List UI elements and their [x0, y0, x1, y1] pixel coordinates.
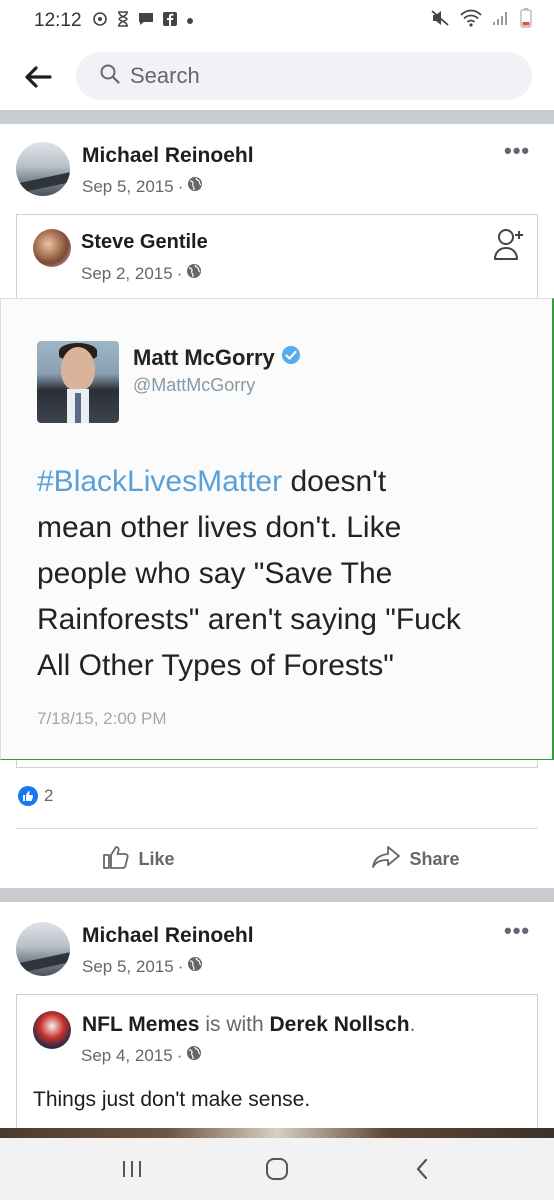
divider — [16, 828, 538, 829]
home-icon[interactable] — [247, 1144, 307, 1194]
shared-author[interactable]: Steve Gentile — [81, 231, 208, 254]
meta-separator: · — [177, 956, 184, 976]
dot-icon — [186, 12, 194, 30]
meta-separator: · — [176, 1045, 183, 1065]
post-author[interactable]: Michael Reinoehl — [82, 144, 254, 168]
with-text: is with — [199, 1013, 270, 1036]
wifi-icon — [460, 9, 482, 33]
post-actions: Like Share — [0, 832, 554, 886]
reaction-count: 2 — [44, 786, 54, 805]
thumbs-up-icon — [102, 844, 130, 875]
section-divider — [0, 110, 554, 124]
data-saver-icon — [92, 11, 108, 32]
like-badge-icon — [18, 786, 38, 806]
status-time: 12:12 — [34, 10, 82, 31]
avatar[interactable] — [33, 1011, 71, 1049]
post-meta: Sep 5, 2015 · — [82, 956, 203, 977]
section-divider — [0, 888, 554, 902]
tweet-avatar — [37, 341, 119, 423]
tweet-name-text: Matt McGorry — [133, 345, 275, 370]
top-search-bar — [0, 46, 554, 108]
globe-icon — [187, 176, 203, 197]
tweet-line-3: people who say "Save The — [37, 557, 393, 590]
tweet-line-2: mean other lives don't. Like — [37, 511, 402, 544]
shared-post-footer — [16, 760, 538, 768]
hourglass-icon — [116, 10, 130, 32]
search-box[interactable] — [76, 52, 532, 100]
meta-separator: · — [177, 176, 184, 196]
shared-post-header: Steve Gentile Sep 2, 2015 · — [16, 214, 538, 300]
search-icon — [100, 64, 120, 89]
tweet-hashtag: #BlackLivesMatter — [37, 465, 283, 498]
share-arrow-icon — [371, 845, 401, 874]
system-nav-bar — [0, 1138, 554, 1200]
tweet-image[interactable]: Matt McGorry @MattMcGorry #BlackLivesMat… — [0, 298, 554, 760]
shared-meta: Sep 2, 2015 · — [81, 263, 202, 284]
post-author[interactable]: Michael Reinoehl — [82, 924, 254, 948]
shared-date[interactable]: Sep 2, 2015 — [81, 264, 173, 284]
post-meta: Sep 5, 2015 · — [82, 176, 203, 197]
like-button[interactable]: Like — [0, 832, 277, 886]
globe-icon — [187, 956, 203, 977]
status-right-icons — [430, 8, 532, 34]
shared-post-text: Things just don't make sense. — [33, 1088, 311, 1111]
verified-badge-icon — [281, 345, 301, 371]
status-bar: 12:12 — [0, 0, 554, 42]
shared-date[interactable]: Sep 4, 2015 — [81, 1046, 173, 1066]
post-header: Michael Reinoehl Sep 5, 2015 · ••• — [0, 130, 554, 202]
page-name[interactable]: NFL Memes — [82, 1013, 199, 1036]
shared-meta: Sep 4, 2015 · — [81, 1045, 202, 1066]
recent-apps-icon[interactable] — [102, 1144, 162, 1194]
like-label: Like — [138, 848, 175, 869]
add-friend-icon[interactable] — [493, 225, 527, 266]
share-label: Share — [409, 848, 460, 869]
post-date[interactable]: Sep 5, 2015 — [82, 177, 174, 197]
tweet-line-1: doesn't — [282, 465, 387, 498]
tweet-name: Matt McGorry — [133, 345, 301, 371]
meta-separator: · — [176, 263, 183, 283]
tweet-line-5: All Other Types of Forests" — [37, 649, 394, 682]
mute-icon — [430, 9, 450, 33]
tagged-name[interactable]: Derek Nollsch — [270, 1013, 410, 1036]
facebook-icon — [162, 11, 178, 32]
globe-icon — [186, 263, 202, 284]
globe-icon — [186, 1045, 202, 1066]
more-options-icon[interactable]: ••• — [504, 918, 530, 944]
search-input[interactable] — [130, 63, 490, 89]
shared-with-line: NFL Memes is with Derek Nollsch. — [82, 1013, 415, 1037]
tweet-timestamp: 7/18/15, 2:00 PM — [37, 709, 167, 728]
period: . — [409, 1013, 416, 1036]
back-icon[interactable] — [392, 1144, 452, 1194]
more-options-icon[interactable]: ••• — [504, 138, 530, 164]
post-date[interactable]: Sep 5, 2015 — [82, 957, 174, 977]
tweet-text: #BlackLivesMatter doesn't mean other liv… — [37, 459, 537, 689]
avatar[interactable] — [16, 142, 70, 196]
tweet-handle: @MattMcGorry — [133, 375, 256, 395]
reaction-summary[interactable]: 2 — [18, 786, 53, 806]
avatar[interactable] — [33, 229, 71, 267]
battery-icon — [520, 8, 532, 34]
signal-icon — [492, 10, 510, 32]
post-header: Michael Reinoehl Sep 5, 2015 · ••• — [0, 910, 554, 982]
chat-icon — [138, 11, 154, 32]
post-image-preview[interactable] — [0, 1128, 554, 1138]
avatar[interactable] — [16, 922, 70, 976]
share-button[interactable]: Share — [277, 832, 554, 886]
back-arrow-icon[interactable] — [8, 47, 68, 107]
tweet-line-4: Rainforests" aren't saying "Fuck — [37, 603, 461, 636]
